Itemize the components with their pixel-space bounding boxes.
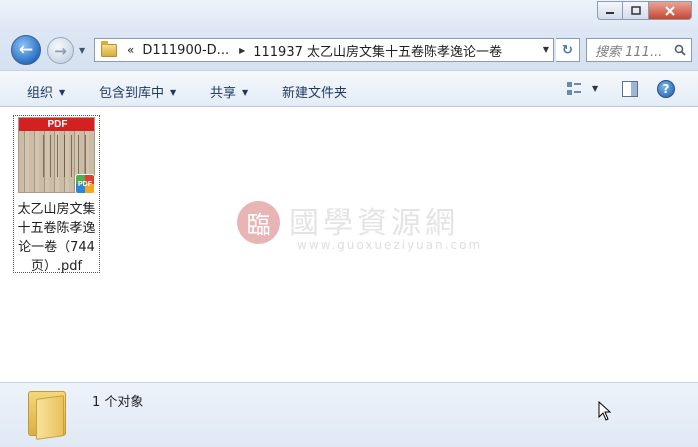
search-placeholder: 搜索 111... — [595, 44, 663, 60]
details-pane: 1 个对象 — [0, 382, 698, 447]
forward-arrow-icon: → — [54, 41, 67, 60]
address-dropdown-icon[interactable]: ▼ — [543, 45, 549, 54]
navigation-bar: ← → ▼ « D111900-D... ▶ 111937 太乙山房文集十五卷陈… — [0, 30, 698, 70]
chevron-down-icon: ▼ — [59, 88, 66, 97]
breadcrumb-item-current[interactable]: 111937 太乙山房文集十五卷陈孝逸论一卷 — [253, 41, 502, 60]
object-count: 1 个对象 — [92, 395, 144, 410]
breadcrumb-overflow-icon[interactable]: « — [127, 43, 134, 57]
search-icon[interactable] — [674, 44, 686, 56]
organize-label: 组织 — [27, 86, 54, 101]
recent-pages-dropdown[interactable]: ▼ — [79, 46, 89, 56]
watermark-url: www.guoxueziyuan.com — [297, 238, 483, 252]
maximize-icon — [630, 6, 641, 15]
watermark-logo-icon: 臨 — [237, 201, 280, 244]
thumbnail-text-columns — [39, 135, 89, 177]
title-bar — [0, 0, 698, 30]
refresh-button[interactable]: ↻ — [556, 38, 580, 62]
view-dropdown-icon[interactable]: ▼ — [592, 84, 598, 93]
thumbnail-header: PDF — [19, 118, 94, 131]
refresh-icon: ↻ — [562, 42, 573, 58]
minimize-button[interactable] — [597, 1, 623, 20]
caption-buttons — [597, 1, 692, 20]
breadcrumb-separator-icon[interactable]: ▶ — [239, 46, 245, 55]
address-bar[interactable]: « D111900-D... ▶ 111937 太乙山房文集十五卷陈孝逸论一卷 … — [94, 38, 554, 62]
folder-large-icon — [28, 391, 68, 440]
command-bar: 组织 ▼ 包含到库中 ▼ 共享 ▼ 新建文件夹 ▼ ? — [0, 70, 698, 107]
help-icon[interactable]: ? — [657, 80, 675, 98]
chevron-down-icon: ▼ — [170, 88, 177, 97]
close-icon — [665, 5, 675, 16]
folder-icon — [101, 40, 117, 57]
view-options-icon[interactable] — [566, 81, 582, 97]
watermark-title: 國學資源網 — [289, 206, 459, 241]
chevron-down-icon: ▼ — [242, 88, 249, 97]
back-button[interactable]: ← — [11, 35, 41, 65]
breadcrumb-item-parent[interactable]: D111900-D... — [142, 43, 229, 58]
pdf-file-icon: PDF — [75, 174, 95, 194]
include-library-label: 包含到库中 — [99, 86, 165, 101]
share-button[interactable]: 共享 ▼ — [210, 82, 248, 101]
share-label: 共享 — [210, 86, 237, 101]
new-folder-button[interactable]: 新建文件夹 — [282, 82, 347, 101]
file-name-label[interactable]: 太乙山房文集十五卷陈孝逸论一卷（744页）.pdf — [14, 200, 99, 276]
search-input[interactable]: 搜索 111... — [586, 38, 692, 62]
close-button[interactable] — [649, 1, 692, 20]
maximize-button[interactable] — [623, 1, 649, 20]
file-item-pdf[interactable]: PDF PDF 太乙山房文集十五卷陈孝逸论一卷（744页）.pdf — [13, 115, 100, 276]
file-list-area[interactable]: PDF PDF 太乙山房文集十五卷陈孝逸论一卷（744页）.pdf 臨 國學資源… — [0, 107, 698, 382]
chevron-down-icon: ▼ — [79, 46, 86, 55]
watermark: 臨 國學資源網 www.guoxueziyuan.com — [237, 198, 480, 258]
organize-button[interactable]: 组织 ▼ — [27, 82, 65, 101]
include-in-library-button[interactable]: 包含到库中 ▼ — [99, 82, 176, 101]
preview-pane-icon[interactable] — [622, 81, 638, 97]
minimize-icon — [606, 11, 614, 14]
new-folder-label: 新建文件夹 — [282, 86, 348, 101]
mouse-cursor-icon — [598, 401, 612, 421]
forward-button[interactable]: → — [47, 37, 74, 64]
back-arrow-icon: ← — [18, 40, 34, 60]
